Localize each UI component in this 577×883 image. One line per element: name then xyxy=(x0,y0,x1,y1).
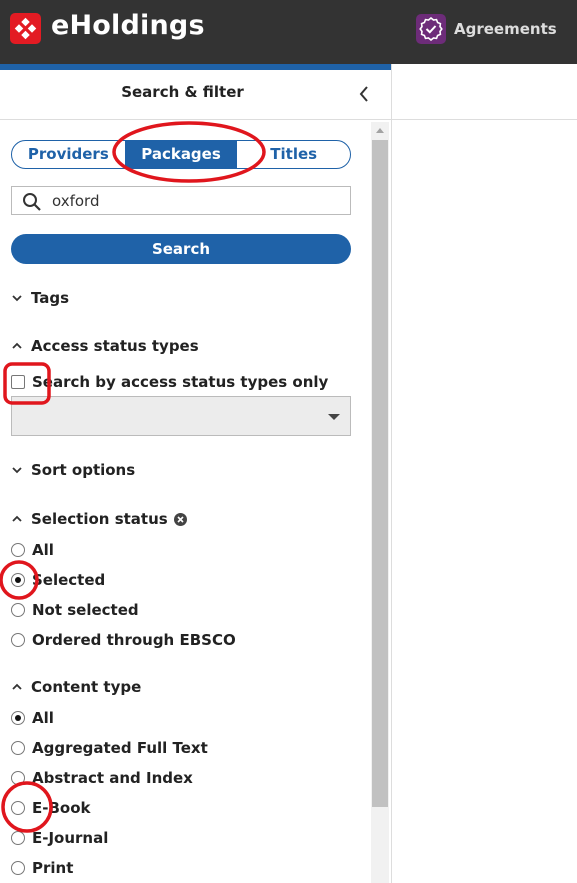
collapse-pane-button[interactable] xyxy=(353,82,375,106)
chevron-down-icon xyxy=(12,295,22,302)
caret-down-icon xyxy=(328,414,340,420)
results-pane xyxy=(391,120,577,883)
radio-button[interactable] xyxy=(11,741,25,755)
radio-button[interactable] xyxy=(11,771,25,785)
content-type-accordion[interactable]: Content type xyxy=(11,678,141,696)
radio-label: Ordered through EBSCO xyxy=(32,631,236,649)
tags-label: Tags xyxy=(31,289,70,307)
radio-button[interactable] xyxy=(11,573,25,587)
segment-packages[interactable]: Packages xyxy=(124,141,238,168)
radio-button[interactable] xyxy=(11,801,25,815)
scrollbar-thumb[interactable] xyxy=(372,140,388,807)
search-input[interactable] xyxy=(52,190,342,212)
radio-label: Aggregated Full Text xyxy=(32,739,208,757)
badge-check-icon xyxy=(416,14,446,44)
content-type-all[interactable]: All xyxy=(11,709,54,727)
radio-button[interactable] xyxy=(11,711,25,725)
radio-label: All xyxy=(32,709,54,727)
access-status-accordion[interactable]: Access status types xyxy=(11,337,199,355)
chevron-up-icon xyxy=(12,683,22,690)
selection-status-label: Selection status xyxy=(31,510,168,528)
radio-button[interactable] xyxy=(11,633,25,647)
results-pane-header xyxy=(391,64,577,120)
radio-label: E-Book xyxy=(32,799,91,817)
search-icon xyxy=(23,193,41,211)
scroll-up-arrow[interactable] xyxy=(371,122,389,140)
segment-titles[interactable]: Titles xyxy=(237,141,350,168)
tags-accordion[interactable]: Tags xyxy=(11,289,69,307)
checkbox-label: Search by access status types only xyxy=(32,373,329,391)
checkbox[interactable] xyxy=(11,375,25,389)
content-type-aggregated[interactable]: Aggregated Full Text xyxy=(11,739,208,757)
chevron-up-icon xyxy=(12,515,22,522)
radio-label: Print xyxy=(32,859,74,877)
selection-status-selected[interactable]: Selected xyxy=(11,571,105,589)
ebsco-cross-icon[interactable] xyxy=(10,13,41,44)
content-type-ejournal[interactable]: E-Journal xyxy=(11,829,108,847)
filter-pane-header: Search & filter xyxy=(0,70,391,120)
chevron-up-icon xyxy=(12,342,22,349)
radio-label: E-Journal xyxy=(32,829,109,847)
pane-title: Search & filter xyxy=(121,83,244,101)
selection-status-accordion[interactable]: Selection status xyxy=(11,510,195,528)
chevron-down-icon xyxy=(12,467,22,474)
radio-label: Abstract and Index xyxy=(32,769,193,787)
chevron-left-icon xyxy=(359,86,368,102)
app-header: eHoldings Agreements xyxy=(0,0,577,64)
agreements-app-link[interactable]: Agreements xyxy=(416,14,557,44)
content-type-print[interactable]: Print xyxy=(11,859,73,877)
selection-status-not-selected[interactable]: Not selected xyxy=(11,601,139,619)
search-field xyxy=(11,186,351,215)
app-title[interactable]: eHoldings xyxy=(51,10,205,41)
segment-providers[interactable]: Providers xyxy=(12,141,125,168)
agreements-label: Agreements xyxy=(454,20,557,38)
access-status-label: Access status types xyxy=(31,337,199,355)
clear-circle-icon[interactable] xyxy=(173,512,187,526)
radio-button[interactable] xyxy=(11,831,25,845)
search-button[interactable]: Search xyxy=(11,234,351,264)
radio-button[interactable] xyxy=(11,543,25,557)
content-type-abstract[interactable]: Abstract and Index xyxy=(11,769,193,787)
radio-button[interactable] xyxy=(11,603,25,617)
radio-label: Not selected xyxy=(32,601,139,619)
content-type-ebook[interactable]: E-Book xyxy=(11,799,91,817)
radio-label: All xyxy=(32,541,54,559)
search-type-segment: Providers Packages Titles xyxy=(11,140,351,169)
selection-status-all[interactable]: All xyxy=(11,541,54,559)
sort-options-accordion[interactable]: Sort options xyxy=(11,461,135,479)
access-status-only-checkbox[interactable]: Search by access status types only xyxy=(11,373,328,391)
selection-status-ordered[interactable]: Ordered through EBSCO xyxy=(11,631,236,649)
content-type-label: Content type xyxy=(31,678,142,696)
access-status-select[interactable] xyxy=(11,396,351,436)
radio-button[interactable] xyxy=(11,861,25,875)
sort-options-label: Sort options xyxy=(31,461,136,479)
radio-label: Selected xyxy=(32,571,106,589)
